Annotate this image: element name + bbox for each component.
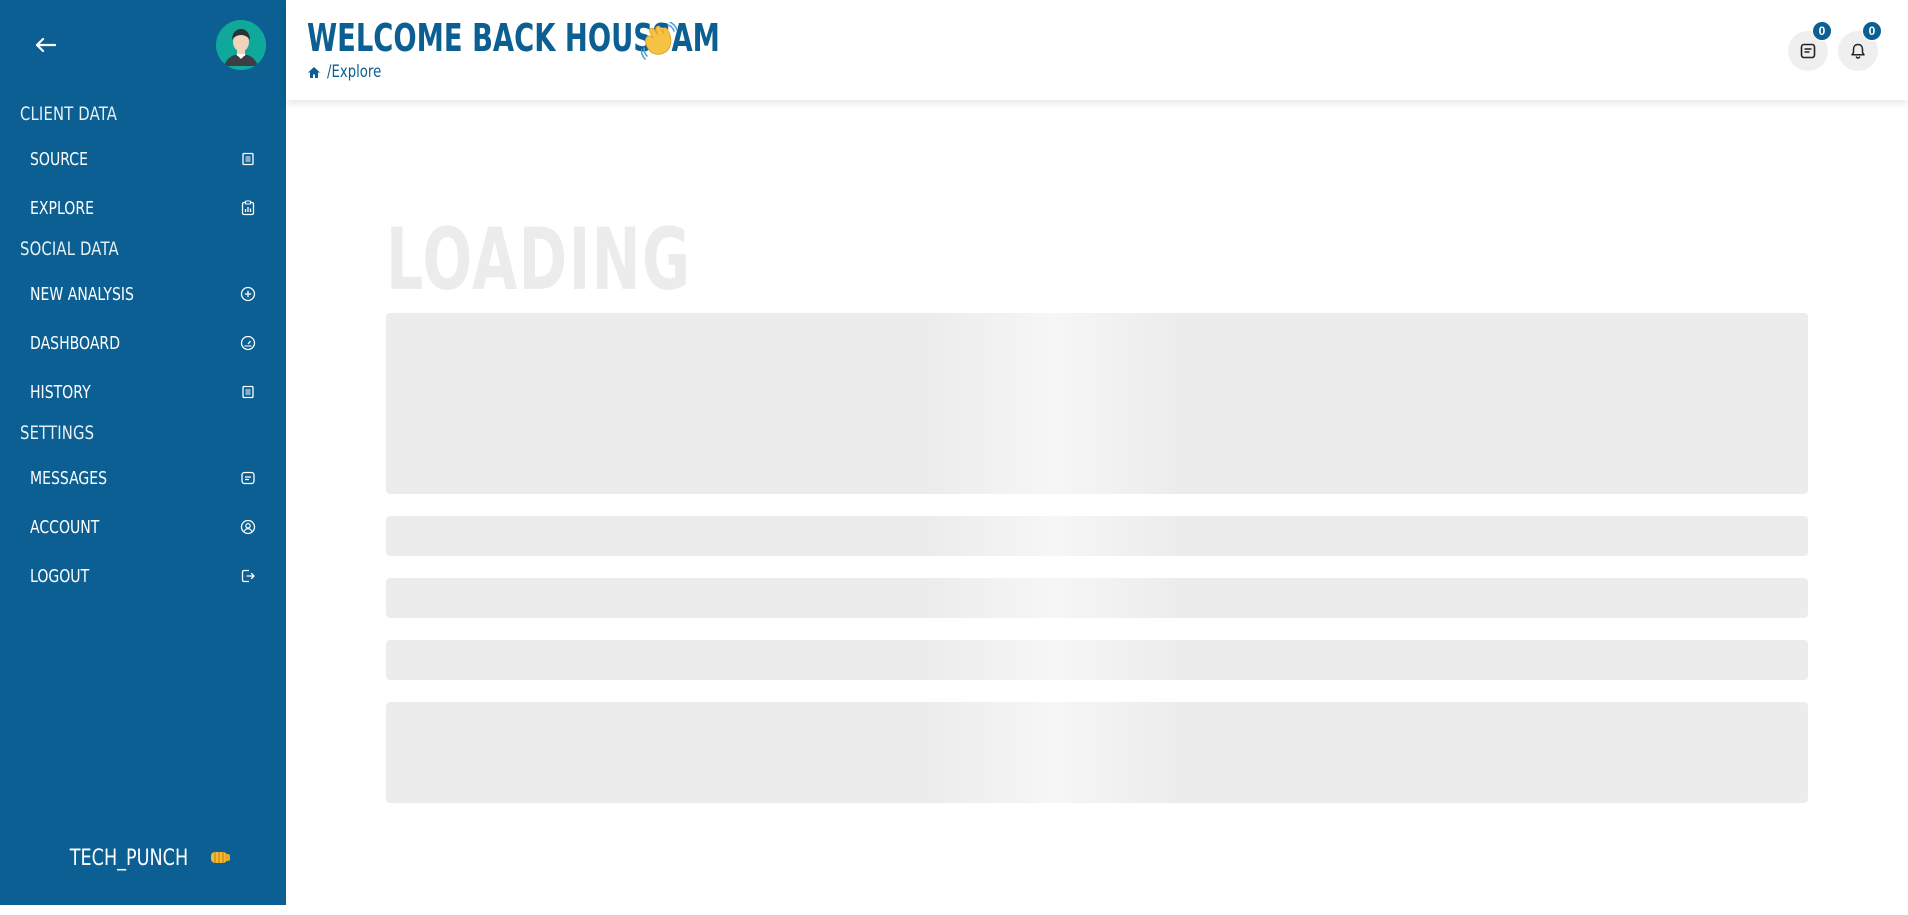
notifications-button[interactable]: 0 — [1838, 21, 1882, 71]
sidebar-item-label: NEW ANALYSIS — [30, 283, 134, 305]
sidebar-item-messages[interactable]: MESSAGES — [0, 458, 286, 498]
skeleton-line — [386, 516, 1808, 556]
sidebar-item-dashboard[interactable]: DASHBOARD — [0, 323, 286, 363]
message-icon — [240, 470, 256, 486]
sidebar-item-explore[interactable]: EXPLORE — [0, 188, 286, 228]
skeleton-block-large — [386, 313, 1808, 494]
sidebar-item-logout[interactable]: LOGOUT — [0, 556, 286, 596]
skeleton-block-bottom — [386, 702, 1808, 803]
sidebar-item-label: HISTORY — [30, 381, 91, 403]
avatar[interactable] — [216, 20, 266, 70]
sidebar-item-account[interactable]: ACCOUNT — [0, 507, 286, 547]
section-title-settings: SETTINGS — [20, 422, 95, 444]
loading-title: LOADING — [386, 210, 692, 310]
sidebar-item-history[interactable]: HISTORY — [0, 372, 286, 412]
logout-icon — [240, 568, 256, 584]
section-title-client-data: CLIENT DATA — [20, 103, 118, 125]
top-header: WELCOME BACK HOUSSAM /Explore 0 0 — [286, 0, 1908, 100]
section-title-social-data: SOCIAL DATA — [20, 238, 119, 260]
list-icon — [240, 384, 256, 400]
fist-icon — [210, 852, 230, 863]
sidebar-item-new-analysis[interactable]: NEW ANALYSIS — [0, 274, 286, 314]
breadcrumb-label: /Explore — [327, 62, 382, 82]
skeleton-line — [386, 578, 1808, 618]
sidebar-item-label: SOURCE — [30, 148, 88, 170]
breadcrumb[interactable]: /Explore — [307, 62, 397, 82]
home-icon — [308, 66, 320, 78]
sidebar: CLIENT DATA SOURCE EXPLORE SOCIAL DATA N… — [0, 0, 286, 905]
plus-circle-icon — [240, 286, 256, 302]
message-icon — [1800, 43, 1816, 59]
messages-count-badge: 0 — [1812, 21, 1832, 41]
brand: TECH_PUNCH — [0, 846, 286, 871]
brand-label: TECH_PUNCH — [69, 846, 189, 871]
sidebar-item-label: MESSAGES — [30, 467, 108, 489]
gauge-icon — [240, 335, 256, 351]
sidebar-item-label: EXPLORE — [30, 197, 94, 219]
notifications-count-badge: 0 — [1862, 21, 1882, 41]
sidebar-item-label: LOGOUT — [30, 565, 90, 587]
waving-hand-icon — [641, 22, 677, 60]
list-icon — [240, 151, 256, 167]
sidebar-item-source[interactable]: SOURCE — [0, 139, 286, 179]
back-arrow-icon[interactable] — [30, 32, 60, 58]
bell-icon — [1851, 43, 1865, 59]
clipboard-chart-icon — [240, 200, 256, 216]
sidebar-item-label: ACCOUNT — [30, 516, 100, 538]
user-circle-icon — [240, 519, 256, 535]
skeleton-line — [386, 640, 1808, 680]
messages-button[interactable]: 0 — [1788, 21, 1832, 71]
sidebar-item-label: DASHBOARD — [30, 332, 121, 354]
